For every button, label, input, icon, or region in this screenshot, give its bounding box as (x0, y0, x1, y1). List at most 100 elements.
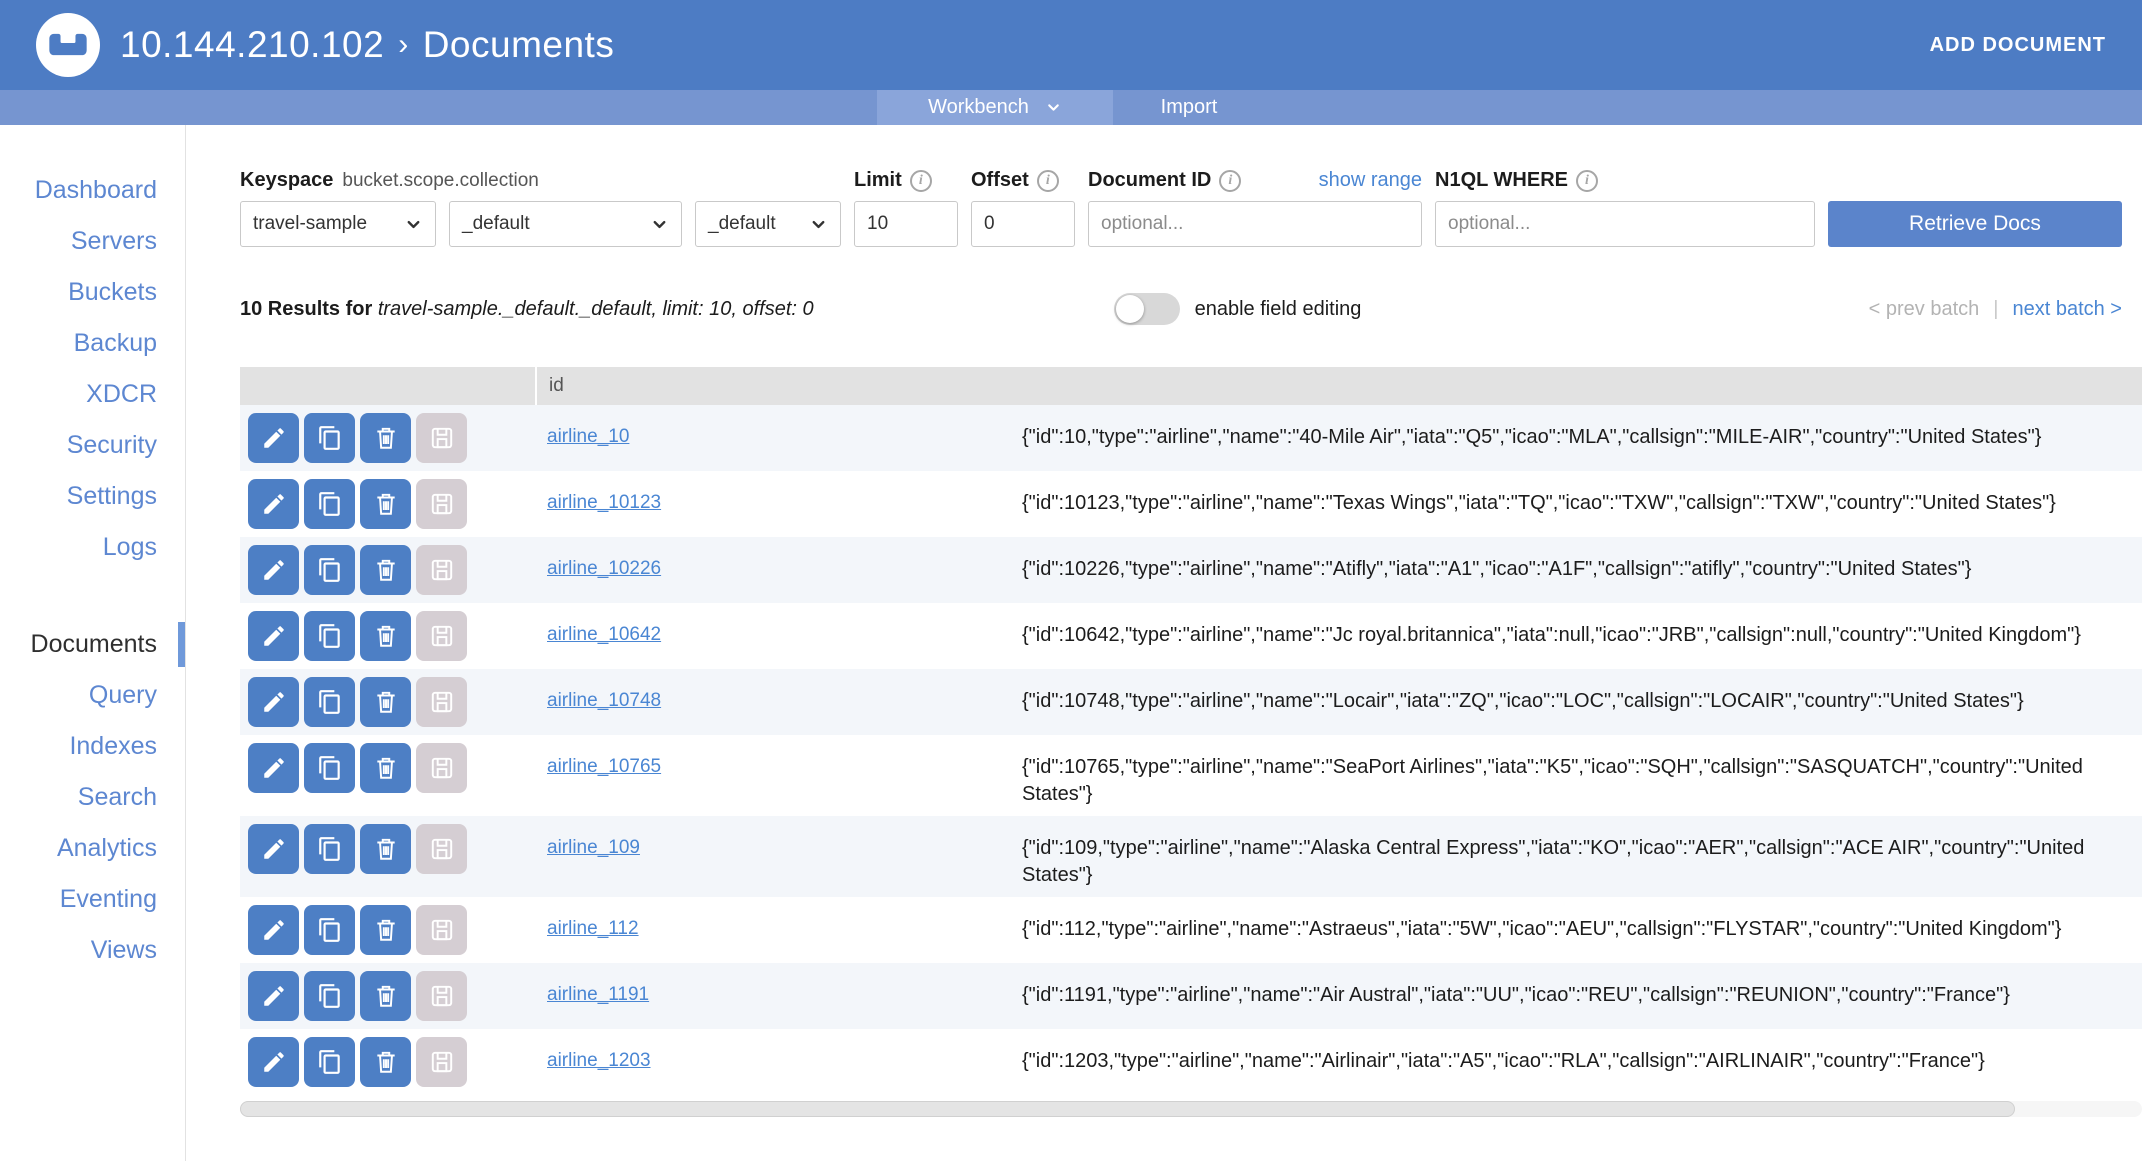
sidebar-item-query[interactable]: Query (0, 670, 185, 721)
document-id-cell: airline_10226 (535, 545, 1022, 595)
document-json-cell: {"id":1203,"type":"airline","name":"Airl… (1022, 1050, 1985, 1072)
trash-icon (373, 623, 399, 649)
tab-workbench[interactable]: Workbench (877, 90, 1113, 125)
sidebar-item-security[interactable]: Security (0, 420, 185, 471)
sidebar-item-backup[interactable]: Backup (0, 318, 185, 369)
n1ql-where-input[interactable] (1435, 201, 1815, 247)
main-panel: Keyspace bucket.scope.collection travel-… (186, 125, 2142, 1161)
show-range-link[interactable]: show range (1319, 169, 1422, 192)
delete-document-button[interactable] (360, 479, 411, 529)
next-batch-link[interactable]: next batch > (2012, 298, 2122, 321)
sidebar-item-xdcr[interactable]: XDCR (0, 369, 185, 420)
trash-icon (373, 1049, 399, 1075)
tab-import[interactable]: Import (1113, 90, 1265, 125)
scope-select[interactable]: _default (449, 201, 682, 247)
sidebar-item-servers[interactable]: Servers (0, 216, 185, 267)
save-document-button (416, 611, 467, 661)
edit-document-button[interactable] (248, 479, 299, 529)
couchbase-logo-icon (36, 13, 100, 77)
scrollbar-thumb[interactable] (240, 1101, 2015, 1117)
info-icon[interactable] (909, 169, 932, 192)
sidebar-item-settings[interactable]: Settings (0, 471, 185, 522)
document-id-link[interactable]: airline_112 (547, 918, 639, 939)
sidebar-item-documents[interactable]: Documents (0, 619, 185, 670)
info-icon[interactable] (1219, 169, 1242, 192)
add-document-button[interactable]: ADD DOCUMENT (1930, 34, 2106, 57)
document-id-link[interactable]: airline_10748 (547, 690, 661, 711)
edit-document-button[interactable] (248, 677, 299, 727)
document-json-cell: {"id":10226,"type":"airline","name":"Ati… (1022, 558, 1972, 580)
copy-document-button[interactable] (304, 545, 355, 595)
copy-icon (317, 425, 343, 451)
document-id-cell: airline_1203 (535, 1037, 1022, 1087)
delete-document-button[interactable] (360, 905, 411, 955)
copy-document-button[interactable] (304, 677, 355, 727)
trash-icon (373, 557, 399, 583)
retrieve-docs-button[interactable]: Retrieve Docs (1828, 201, 2122, 247)
document-id-link[interactable]: airline_10 (547, 426, 629, 447)
sidebar-item-views[interactable]: Views (0, 925, 185, 976)
document-id-link[interactable]: airline_1191 (547, 984, 649, 1005)
delete-document-button[interactable] (360, 677, 411, 727)
document-id-link[interactable]: airline_10765 (547, 756, 661, 777)
sidebar-item-dashboard[interactable]: Dashboard (0, 165, 185, 216)
edit-document-button[interactable] (248, 824, 299, 874)
copy-icon (317, 689, 343, 715)
pencil-icon (261, 917, 287, 943)
sidebar-item-buckets[interactable]: Buckets (0, 267, 185, 318)
edit-document-button[interactable] (248, 413, 299, 463)
copy-icon (317, 836, 343, 862)
edit-document-button[interactable] (248, 971, 299, 1021)
floppy-disk-icon (429, 755, 455, 781)
document-id-cell: airline_1191 (535, 971, 1022, 1021)
document-id-input[interactable] (1088, 201, 1422, 247)
document-id-link[interactable]: airline_10123 (547, 492, 661, 513)
delete-document-button[interactable] (360, 971, 411, 1021)
delete-document-button[interactable] (360, 824, 411, 874)
edit-document-button[interactable] (248, 1037, 299, 1087)
document-id-link[interactable]: airline_109 (547, 837, 640, 858)
sidebar-item-indexes[interactable]: Indexes (0, 721, 185, 772)
delete-document-button[interactable] (360, 743, 411, 793)
sidebar-item-analytics[interactable]: Analytics (0, 823, 185, 874)
pencil-icon (261, 491, 287, 517)
copy-document-button[interactable] (304, 971, 355, 1021)
document-id-link[interactable]: airline_10642 (547, 624, 661, 645)
limit-input[interactable] (854, 201, 958, 247)
edit-document-button[interactable] (248, 611, 299, 661)
trash-icon (373, 491, 399, 517)
document-id-link[interactable]: airline_1203 (547, 1050, 651, 1071)
copy-document-button[interactable] (304, 1037, 355, 1087)
prev-batch-link[interactable]: < prev batch (1869, 298, 1980, 321)
delete-document-button[interactable] (360, 413, 411, 463)
copy-document-button[interactable] (304, 824, 355, 874)
offset-input[interactable] (971, 201, 1075, 247)
copy-document-button[interactable] (304, 743, 355, 793)
collection-select[interactable]: _default (695, 201, 841, 247)
edit-document-button[interactable] (248, 743, 299, 793)
edit-document-button[interactable] (248, 905, 299, 955)
bucket-select[interactable]: travel-sample (240, 201, 436, 247)
delete-document-button[interactable] (360, 611, 411, 661)
floppy-disk-icon (429, 425, 455, 451)
enable-field-editing-toggle[interactable] (1113, 293, 1180, 325)
save-document-button (416, 905, 467, 955)
copy-document-button[interactable] (304, 905, 355, 955)
horizontal-scrollbar[interactable] (240, 1101, 2142, 1117)
copy-document-button[interactable] (304, 413, 355, 463)
copy-document-button[interactable] (304, 479, 355, 529)
info-icon[interactable] (1036, 169, 1059, 192)
info-icon[interactable] (1575, 169, 1598, 192)
query-controls: Keyspace bucket.scope.collection travel-… (240, 169, 2142, 247)
delete-document-button[interactable] (360, 1037, 411, 1087)
sidebar-item-eventing[interactable]: Eventing (0, 874, 185, 925)
sidebar-item-logs[interactable]: Logs (0, 522, 185, 573)
floppy-disk-icon (429, 491, 455, 517)
sidebar-item-search[interactable]: Search (0, 772, 185, 823)
limit-label: Limit (854, 169, 958, 192)
copy-document-button[interactable] (304, 611, 355, 661)
delete-document-button[interactable] (360, 545, 411, 595)
document-json-cell: {"id":112,"type":"airline","name":"Astra… (1022, 918, 2062, 940)
edit-document-button[interactable] (248, 545, 299, 595)
document-id-link[interactable]: airline_10226 (547, 558, 661, 579)
